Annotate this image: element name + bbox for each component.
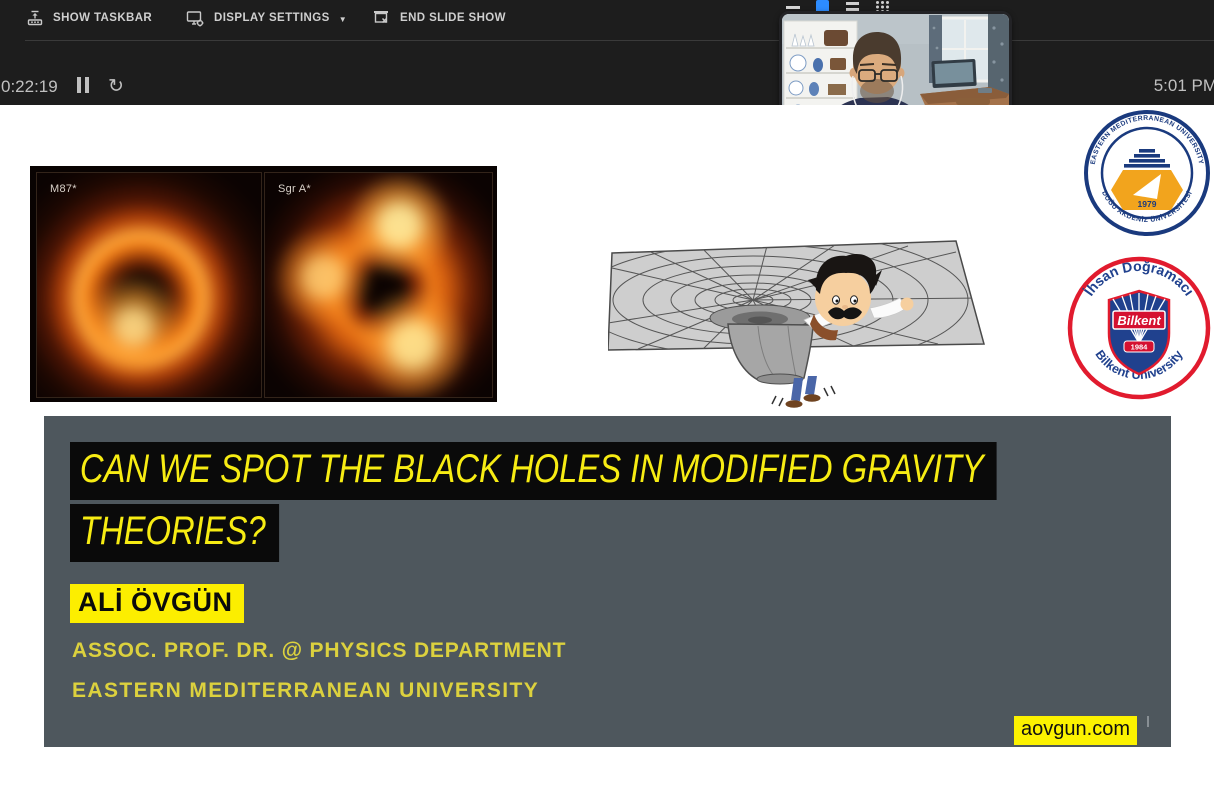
restart-timer-button[interactable]: ↻ xyxy=(108,75,124,98)
gravity-well-cartoon xyxy=(608,228,1008,412)
title-panel: CAN WE SPOT THE BLACK HOLES IN MODIFIED … xyxy=(44,416,1171,747)
presenter-chrome-bar: SHOW TASKBAR DISPLAY SETTINGS ▼ xyxy=(0,0,1214,105)
author-role: ASSOC. PROF. DR. @ PHYSICS DEPARTMENT xyxy=(72,639,566,663)
end-slideshow-icon xyxy=(372,9,391,27)
emu-year: 1979 xyxy=(1138,199,1157,209)
bilkent-shield-label: Bilkent xyxy=(1117,313,1161,328)
bilkent-year: 1984 xyxy=(1131,343,1149,352)
strip-view-icon[interactable] xyxy=(846,2,859,11)
sgra-ring-glow xyxy=(264,172,493,398)
display-settings-label: DISPLAY SETTINGS xyxy=(214,12,330,24)
clock: 5:01 PM xyxy=(1154,76,1214,96)
display-settings-icon xyxy=(186,9,205,28)
m87-label: M87* xyxy=(50,183,77,195)
end-slide-show-button[interactable]: END SLIDE SHOW xyxy=(372,0,506,36)
slide-canvas[interactable]: M87* Sgr A* xyxy=(0,105,1214,795)
slideshow-timer: 0:22:19 xyxy=(1,77,58,97)
display-settings-button[interactable]: DISPLAY SETTINGS ▼ xyxy=(186,0,347,36)
website-badge: aovgun.com xyxy=(1014,716,1137,745)
sgra-image: Sgr A* xyxy=(264,172,493,398)
eht-blackhole-figure: M87* Sgr A* xyxy=(30,166,497,402)
author-name: ALİ ÖVGÜN xyxy=(70,584,244,623)
pause-icon xyxy=(85,77,89,93)
slide-title-line2: THEORIES? xyxy=(70,504,279,562)
end-slide-show-label: END SLIDE SHOW xyxy=(400,12,506,24)
slide-title-line1: CAN WE SPOT THE BLACK HOLES IN MODIFIED … xyxy=(70,442,997,500)
show-taskbar-button[interactable]: SHOW TASKBAR xyxy=(26,0,152,36)
minimize-video-icon[interactable] xyxy=(786,6,800,9)
restart-icon: ↻ xyxy=(108,76,124,97)
m87-image: M87* xyxy=(36,172,262,398)
show-taskbar-label: SHOW TASKBAR xyxy=(53,12,152,24)
chrome-divider xyxy=(25,40,1214,41)
presentation-screen: SHOW TASKBAR DISPLAY SETTINGS ▼ xyxy=(0,0,1214,795)
bilkent-logo: İhsan Doğramacı Bilkent University Bilke… xyxy=(1066,255,1212,401)
emu-logo: EASTERN MEDITERRANEAN UNIVERSITY DOĞU AK… xyxy=(1083,107,1214,243)
taskbar-icon xyxy=(26,9,44,27)
caret-down-icon: ▼ xyxy=(339,15,347,24)
author-affiliation: EASTERN MEDITERRANEAN UNIVERSITY xyxy=(72,679,539,703)
slide-title: CAN WE SPOT THE BLACK HOLES IN MODIFIED … xyxy=(70,442,997,566)
m87-ring-glow xyxy=(36,172,262,398)
sgra-label: Sgr A* xyxy=(278,183,311,195)
pause-timer-button[interactable] xyxy=(77,77,93,98)
text-cursor-mark xyxy=(1147,716,1149,727)
pause-icon xyxy=(77,77,81,93)
